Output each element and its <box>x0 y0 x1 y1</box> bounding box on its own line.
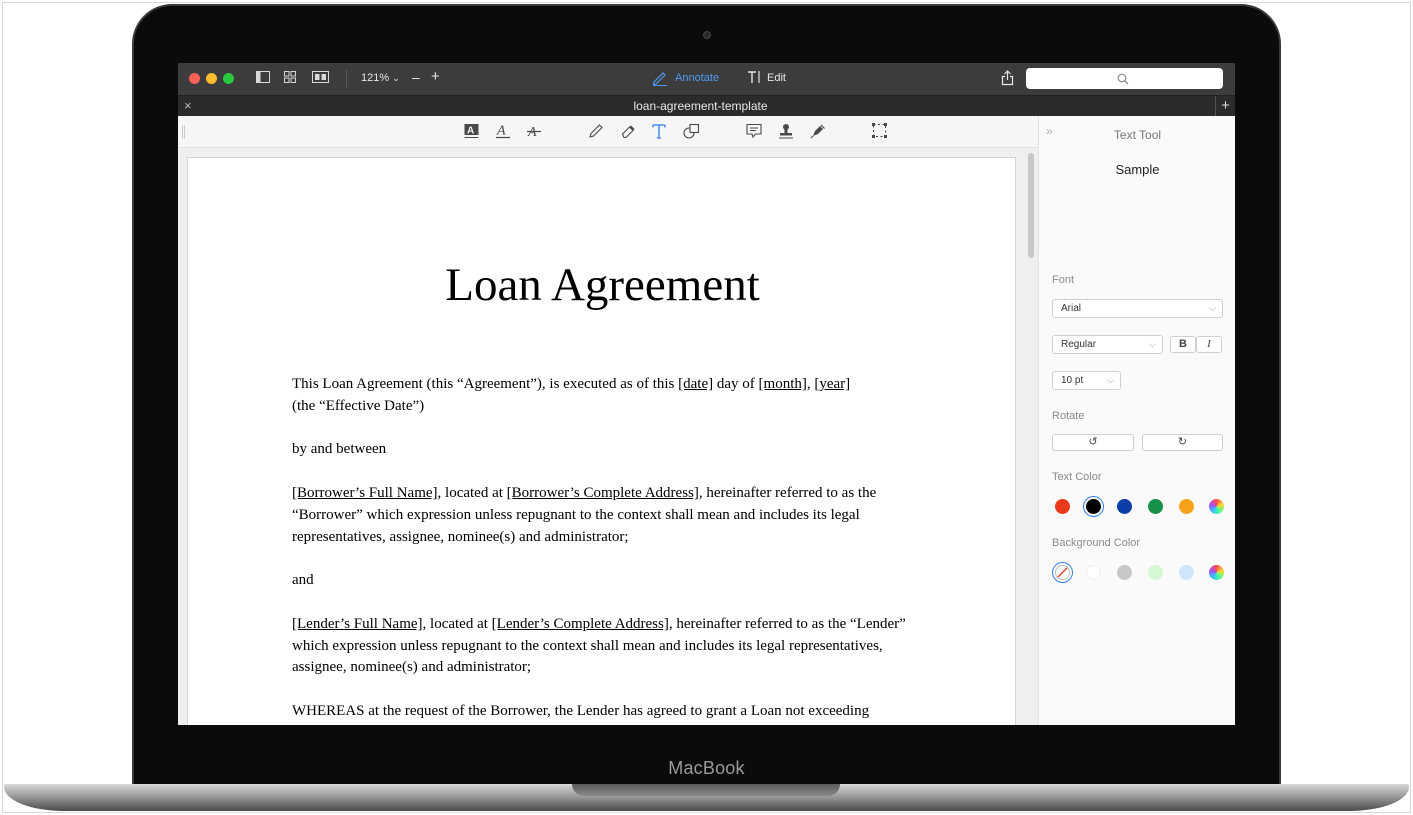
zoom-in-button[interactable]: + <box>431 68 440 85</box>
text-color-orange[interactable] <box>1179 499 1194 514</box>
panel-title: Text Tool <box>1113 128 1162 142</box>
page-layout-icon[interactable] <box>312 71 329 87</box>
background-color-custom-picker[interactable] <box>1209 565 1224 580</box>
document-title: Loan Agreement <box>445 259 760 311</box>
background-color-light-green[interactable] <box>1148 565 1163 580</box>
new-tab-button[interactable]: + <box>1215 96 1235 116</box>
document-view[interactable]: Loan Agreement This Loan Agreement (this… <box>178 148 1038 725</box>
whereas-paragraph: WHEREAS at the request of the Borrower, … <box>292 702 870 719</box>
by-and-between-paragraph: by and between <box>292 441 387 458</box>
search-input[interactable] <box>1026 68 1223 89</box>
effective-date-paragraph: This Loan Agreement (this “Agreement”), … <box>292 376 851 414</box>
background-color-white[interactable] <box>1086 565 1101 580</box>
font-style-select[interactable]: Regular ⌵ <box>1052 335 1163 354</box>
text-underline-icon[interactable]: A <box>496 123 510 143</box>
borrower-paragraph: [Borrower’s Full Name], located at [Borr… <box>292 484 877 545</box>
text-strikethrough-icon[interactable]: A <box>527 123 541 143</box>
device-brand: MacBook <box>668 758 745 778</box>
text-color-black[interactable] <box>1086 499 1101 514</box>
text-color-red[interactable] <box>1055 499 1070 514</box>
share-icon[interactable] <box>1001 70 1014 90</box>
vertical-scrollbar[interactable] <box>1028 153 1034 258</box>
year-field[interactable]: [year] <box>814 376 850 392</box>
stamp-icon[interactable] <box>778 123 794 143</box>
text-color-label: Text Color <box>1052 471 1102 483</box>
note-icon[interactable] <box>746 123 762 143</box>
month-field[interactable]: [month] <box>759 376 807 392</box>
date-field[interactable]: [date] <box>678 376 713 392</box>
svg-text:A: A <box>467 126 474 137</box>
close-window-button[interactable] <box>189 73 200 84</box>
background-color-label: Background Color <box>1052 537 1141 549</box>
app-window: 121% ⌄ – + Annotate Edit × loan-agreemen… <box>178 63 1235 725</box>
selection-icon[interactable] <box>872 123 887 142</box>
lender-paragraph: [Lender’s Full Name], located at [Lender… <box>292 615 906 676</box>
edit-text-icon[interactable] <box>747 70 762 88</box>
zoom-out-button[interactable]: – <box>412 69 420 85</box>
document-body: This Loan Agreement (this “Agreement”), … <box>292 374 922 725</box>
chevron-down-icon: ⌵ <box>1209 303 1216 313</box>
toolbar-grip[interactable] <box>182 125 185 139</box>
annotation-toolbar: A A A <box>178 116 1038 148</box>
camera <box>703 31 711 39</box>
and-paragraph: and <box>292 572 314 589</box>
background-color-gray[interactable] <box>1117 565 1132 580</box>
text-tool-icon[interactable] <box>652 123 666 143</box>
rotate-left-button[interactable]: ↺ <box>1052 434 1134 451</box>
titlebar: 121% ⌄ – + Annotate Edit <box>178 63 1235 95</box>
font-size-select[interactable]: 10 pt ⌵ <box>1052 371 1121 390</box>
background-color-none[interactable] <box>1055 565 1070 580</box>
document-tab-title[interactable]: loan-agreement-template <box>178 99 1223 113</box>
text-highlight-icon[interactable]: A <box>464 123 479 143</box>
borrower-name-field[interactable]: [Borrower’s Full Name] <box>292 485 438 501</box>
shapes-icon[interactable] <box>683 123 700 143</box>
background-color-light-blue[interactable] <box>1179 565 1194 580</box>
text-color-custom-picker[interactable] <box>1209 499 1224 514</box>
font-family-select[interactable]: Arial ⌵ <box>1052 299 1223 318</box>
italic-button[interactable]: I <box>1196 336 1222 353</box>
rotate-label: Rotate <box>1052 410 1085 422</box>
search-icon <box>1117 70 1129 88</box>
text-color-blue[interactable] <box>1117 499 1132 514</box>
maximize-window-button[interactable] <box>223 73 234 84</box>
lender-name-field[interactable]: [Lender’s Full Name] <box>292 616 423 632</box>
toolbar-divider <box>346 70 347 88</box>
font-label: Font <box>1052 274 1075 286</box>
chevron-down-icon: ⌵ <box>1149 339 1156 349</box>
chevron-down-icon: ⌵ <box>1107 375 1114 385</box>
document-tab-bar: × loan-agreement-template + <box>178 95 1235 116</box>
signature-pen-icon[interactable] <box>810 123 826 143</box>
rotate-right-button[interactable]: ↻ <box>1142 434 1223 451</box>
pencil-icon[interactable] <box>588 123 604 143</box>
text-color-green[interactable] <box>1148 499 1163 514</box>
mode-annotate-tab[interactable]: Annotate <box>675 72 719 84</box>
annotate-pen-icon[interactable] <box>652 70 668 90</box>
borrower-address-field[interactable]: [Borrower’s Complete Address] <box>507 485 699 501</box>
sidebar-toggle-icon[interactable] <box>256 71 270 87</box>
document-page[interactable]: Loan Agreement This Loan Agreement (this… <box>187 157 1016 725</box>
lender-address-field[interactable]: [Lender’s Complete Address] <box>492 616 669 632</box>
zoom-level[interactable]: 121% ⌄ <box>361 72 400 84</box>
grid-view-icon[interactable] <box>284 71 296 87</box>
mode-edit-tab[interactable]: Edit <box>767 72 786 84</box>
svg-text:A: A <box>496 124 506 139</box>
eraser-icon[interactable] <box>620 123 636 143</box>
minimize-window-button[interactable] <box>206 73 217 84</box>
font-sample-preview: Sample <box>1115 162 1160 177</box>
bold-button[interactable]: B <box>1170 336 1196 353</box>
laptop-notch <box>572 784 840 796</box>
text-tool-panel: » Text Tool Sample Font Arial ⌵ Regular ⌵ … <box>1038 116 1235 725</box>
